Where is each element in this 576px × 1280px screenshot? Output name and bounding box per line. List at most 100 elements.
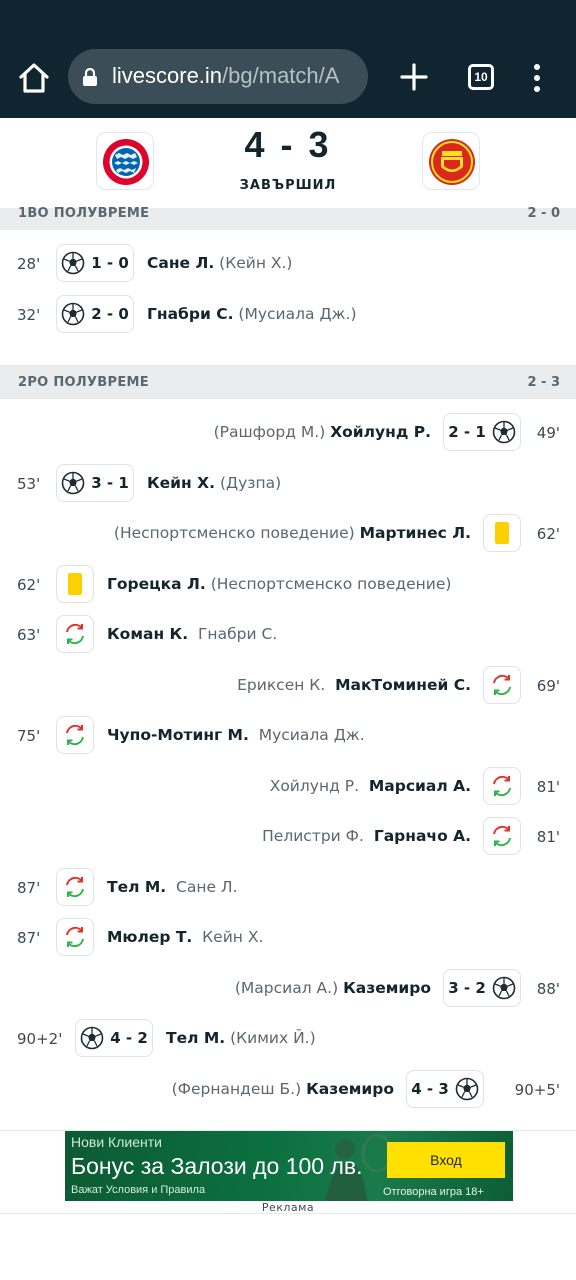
assist-name: (Марсиал А.) [234,978,339,997]
player-out-name: Кейн Х. [202,928,264,946]
player-name[interactable]: МакТоминей С. [335,676,471,694]
goal-box: 3 - 2 [443,968,521,1007]
card-reason: (Неспортсменско поведение) [210,574,452,593]
home-icon[interactable] [14,58,54,98]
url-domain: livescore.in [112,63,223,88]
event-row: 81' Хойлунд Р. Марсиал А. [0,761,576,812]
goal-score: 4 - 3 [411,1079,449,1098]
goal-score: 1 - 0 [91,254,129,272]
ad-banner[interactable]: Нови Клиенти Бонус за Залози до 100 лв. … [65,1131,513,1201]
substitution-icon [66,876,84,897]
player-out-name: Ериксен К. [237,675,326,694]
goal-score: 3 - 2 [448,978,486,997]
ad-login-button[interactable]: Вход [387,1142,505,1178]
player-name[interactable]: Мюлер Т. [107,928,192,946]
player-name[interactable]: Мартинес Л. [360,524,471,542]
substitution-box [483,665,521,704]
event-minute: 90+2' [17,1030,63,1048]
url-text: livescore.in/bg/match/A [112,62,339,90]
event-row: 53' 3 - 1 Кейн Х. (Дузпа) [0,458,576,509]
more-menu-icon[interactable] [528,62,546,94]
second-half-events: 49' 2 - 1 (Рашфорд М.) Хойлунд Р. 53' 3 - 1 К… [0,407,576,1114]
card-box [56,564,94,603]
yellow-card-icon [495,522,509,544]
event-row: 88' 3 - 2 (Марсиал А.) Каземиро [0,963,576,1014]
substitution-box [56,867,94,906]
player-name[interactable]: Хойлунд Р. [330,423,431,441]
browser-toolbar: livescore.in/bg/match/A 10 [0,0,576,118]
address-bar[interactable]: livescore.in/bg/match/A [68,49,368,104]
yellow-card-icon [68,572,82,595]
event-row: 63' Коман К. Гнабри С. [0,609,576,660]
ball-icon [492,976,516,999]
event-row: 62' Горецка Л. (Неспортсменско поведение) [0,559,576,610]
event-minute: 62' [17,575,41,594]
event-row: 32' 2 - 0 Гнабри С. (Мусиала Дж.) [0,289,576,340]
event-minute: 28' [17,255,41,273]
half-score: 2 - 0 [527,206,560,221]
player-name[interactable]: Тел М. [107,878,166,896]
ad-subheadline: Нови Клиенти [71,1134,162,1150]
ad-responsible-gaming: Отговорна игра 18+ [383,1186,484,1198]
ball-icon [80,1026,104,1050]
player-name[interactable]: Чупо-Мотинг М. [107,726,249,744]
event-row: 49' 2 - 1 (Рашфорд М.) Хойлунд Р. [0,407,576,458]
event-row: 87' Мюлер Т. Кейн Х. [0,912,576,963]
substitution-box [56,918,94,956]
player-out-name: Гнабри С. [197,625,278,643]
substitution-icon [493,775,511,796]
goal-box: 3 - 1 [56,463,134,502]
player-name[interactable]: Сане Л. [147,254,214,272]
substitution-box [483,817,521,855]
new-tab-icon[interactable] [396,59,432,95]
goal-box: 2 - 1 [443,413,521,451]
substitution-icon [66,623,84,645]
player-out-name: Хойлунд Р. [269,776,360,795]
goal-box: 1 - 0 [56,244,134,282]
player-name[interactable]: Каземиро [306,1080,394,1098]
event-minute: 90+5' [514,1080,560,1099]
card-reason: (Неспортсменско поведение) [113,524,355,542]
tab-switcher-button[interactable]: 10 [468,64,494,90]
event-minute: 81' [536,828,560,846]
event-minute: 88' [536,979,560,998]
player-name[interactable]: Тел М. [166,1029,225,1047]
player-out-name: Мусиала Дж. [258,726,365,744]
event-row: 62' (Неспортсменско поведение) Мартинес Л… [0,508,576,559]
event-minute: 63' [17,626,41,644]
assist-name: (Кейн Х.) [219,254,293,272]
goal-score: 2 - 0 [91,304,129,323]
half-label: 1ВО ПОЛУВРЕМЕ [18,206,150,221]
assist-name: (Фернандеш Б.) [171,1079,302,1098]
player-name[interactable]: Гарначо А. [374,827,471,845]
substitution-icon [493,825,511,847]
ad-label: Реклама [261,1201,315,1214]
substitution-box [56,615,94,653]
event-minute: 87' [17,878,41,897]
player-name[interactable]: Коман К. [107,625,188,643]
assist-name: (Кимих Й.) [230,1029,316,1047]
goal-box: 4 - 2 [75,1019,153,1057]
event-row: 87' Тел М. Сане Л. [0,862,576,913]
url-path: /bg/match/A [222,63,340,88]
second-half-header: 2РО ПОЛУВРЕМЕ 2 - 3 [0,365,576,399]
event-minute: 69' [536,676,560,695]
player-name[interactable]: Гнабри С. [147,305,233,323]
event-minute: 62' [536,525,560,543]
substitution-icon [66,926,84,948]
event-minute: 32' [17,305,41,324]
away-team-logo[interactable] [422,132,480,190]
half-label: 2РО ПОЛУВРЕМЕ [18,375,149,390]
match-status: ЗАВЪРШИЛ [239,178,337,193]
player-name[interactable]: Марсиал А. [369,777,471,795]
event-minute: 87' [17,929,41,947]
player-name[interactable]: Каземиро [343,979,431,997]
player-name[interactable]: Горецка Л. [107,575,206,593]
event-row: 75' Чупо-Мотинг М. Мусиала Дж. [0,710,576,761]
substitution-icon [493,674,511,695]
player-name[interactable]: Кейн Х. [147,474,215,492]
goal-score: 4 - 2 [110,1029,148,1047]
event-row: 69' Ериксен К. МакТоминей С. [0,660,576,711]
substitution-box [56,716,94,754]
player-out-name: Сане Л. [176,877,238,896]
